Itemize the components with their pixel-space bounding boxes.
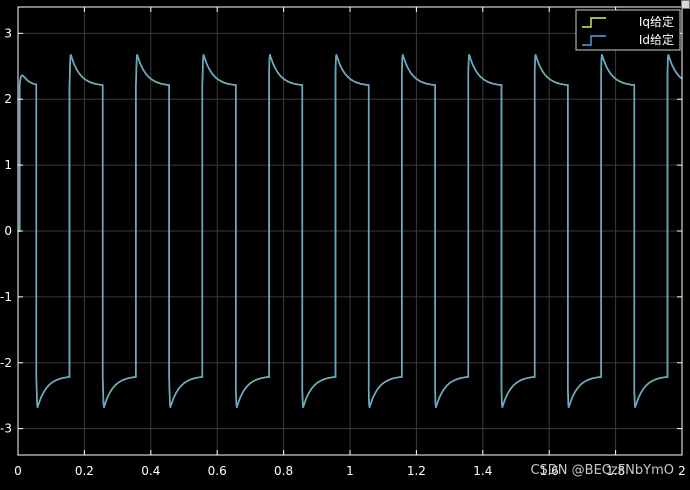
- watermark-text: CSDN @BECzFNbYmO: [530, 463, 674, 478]
- y-tick-label: 1: [4, 158, 12, 172]
- x-tick-label: 0.8: [274, 464, 293, 478]
- x-tick-label: 0.6: [208, 464, 227, 478]
- y-tick-label: 0: [4, 224, 12, 238]
- x-tick-label: 0.2: [75, 464, 94, 478]
- y-tick-label: -1: [0, 290, 12, 304]
- grid-lines: [17, 7, 683, 455]
- chart-container: 0 0.2 0.4 0.6 0.8 1 1.2 1.4 1.6 1.8 2 3 2 1 0 -1 -2 -3 Iq给…: [0, 0, 690, 486]
- x-tick-label: 1.4: [473, 464, 492, 478]
- x-tick-label: 1: [346, 464, 354, 478]
- legend-label: Id给定: [639, 32, 674, 47]
- legend-label: Iq给定: [639, 14, 674, 29]
- x-tick-label: 0.4: [141, 464, 160, 478]
- x-tick-label: 1.2: [407, 464, 426, 478]
- y-tick-label: 2: [4, 92, 12, 106]
- y-tick-label: 3: [4, 26, 12, 40]
- y-tick-label: -3: [0, 422, 12, 436]
- x-tick-label: 2: [678, 464, 686, 478]
- y-tick-label: -2: [0, 356, 12, 370]
- x-tick-label: 0: [14, 464, 22, 478]
- figure-menu-icon[interactable]: [681, 0, 690, 9]
- line-chart: 0 0.2 0.4 0.6 0.8 1 1.2 1.4 1.6 1.8 23210-1-2-3Iq给…: [0, 6, 686, 478]
- legend: Iq给定 Id给定: [575, 9, 681, 51]
